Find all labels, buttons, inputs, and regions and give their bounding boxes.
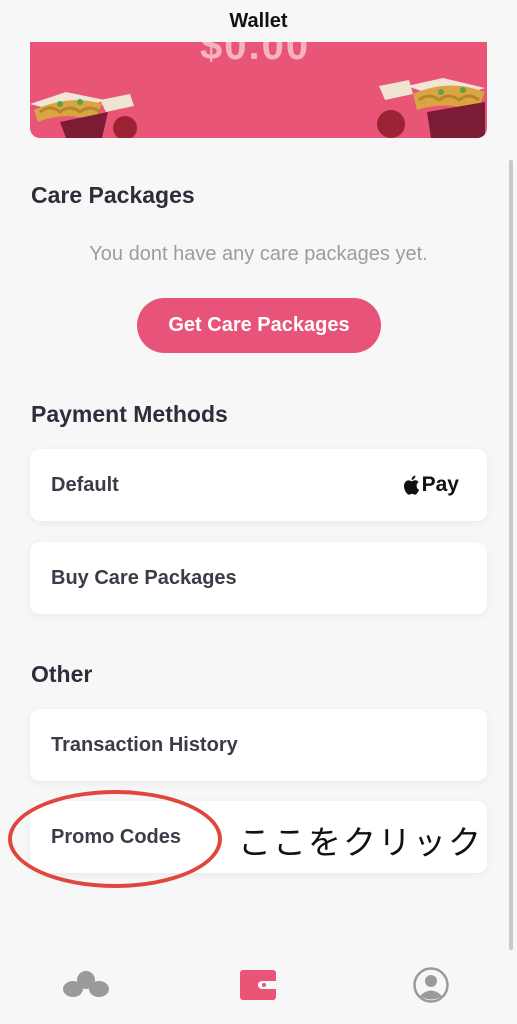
- row-label: Buy Care Packages: [51, 567, 237, 589]
- food-illustration-left: [30, 92, 137, 138]
- payment-method-name: Pay: [421, 473, 459, 496]
- payment-method-label: Default: [51, 474, 119, 496]
- get-care-packages-button[interactable]: Get Care Packages: [137, 298, 381, 353]
- other-title: Other: [31, 661, 93, 687]
- care-packages-empty-message: You dont have any care packages yet.: [89, 243, 428, 265]
- row-label: Transaction History: [51, 734, 238, 756]
- apple-icon: [403, 475, 419, 495]
- scrollbar[interactable]: [509, 160, 513, 950]
- buy-care-packages-row[interactable]: Buy Care Packages: [30, 542, 487, 614]
- transaction-history-row[interactable]: Transaction History: [30, 709, 487, 781]
- wallet-icon[interactable]: [240, 970, 276, 1000]
- food-illustration-right: [377, 78, 485, 138]
- payment-methods-title: Payment Methods: [31, 401, 228, 427]
- balance-amount: $0.00: [200, 42, 311, 68]
- annotation-circle: [8, 790, 222, 888]
- care-packages-title: Care Packages: [31, 182, 195, 208]
- apple-pay-badge: Pay: [402, 471, 459, 499]
- payment-method-default[interactable]: Default Pay: [30, 449, 487, 521]
- page-title: Wallet: [229, 10, 288, 32]
- profile-icon[interactable]: [413, 967, 449, 1003]
- home-icon[interactable]: [62, 970, 110, 1000]
- wallet-balance-card: $0.00: [30, 42, 487, 138]
- annotation-text: ここをクリック: [238, 823, 483, 862]
